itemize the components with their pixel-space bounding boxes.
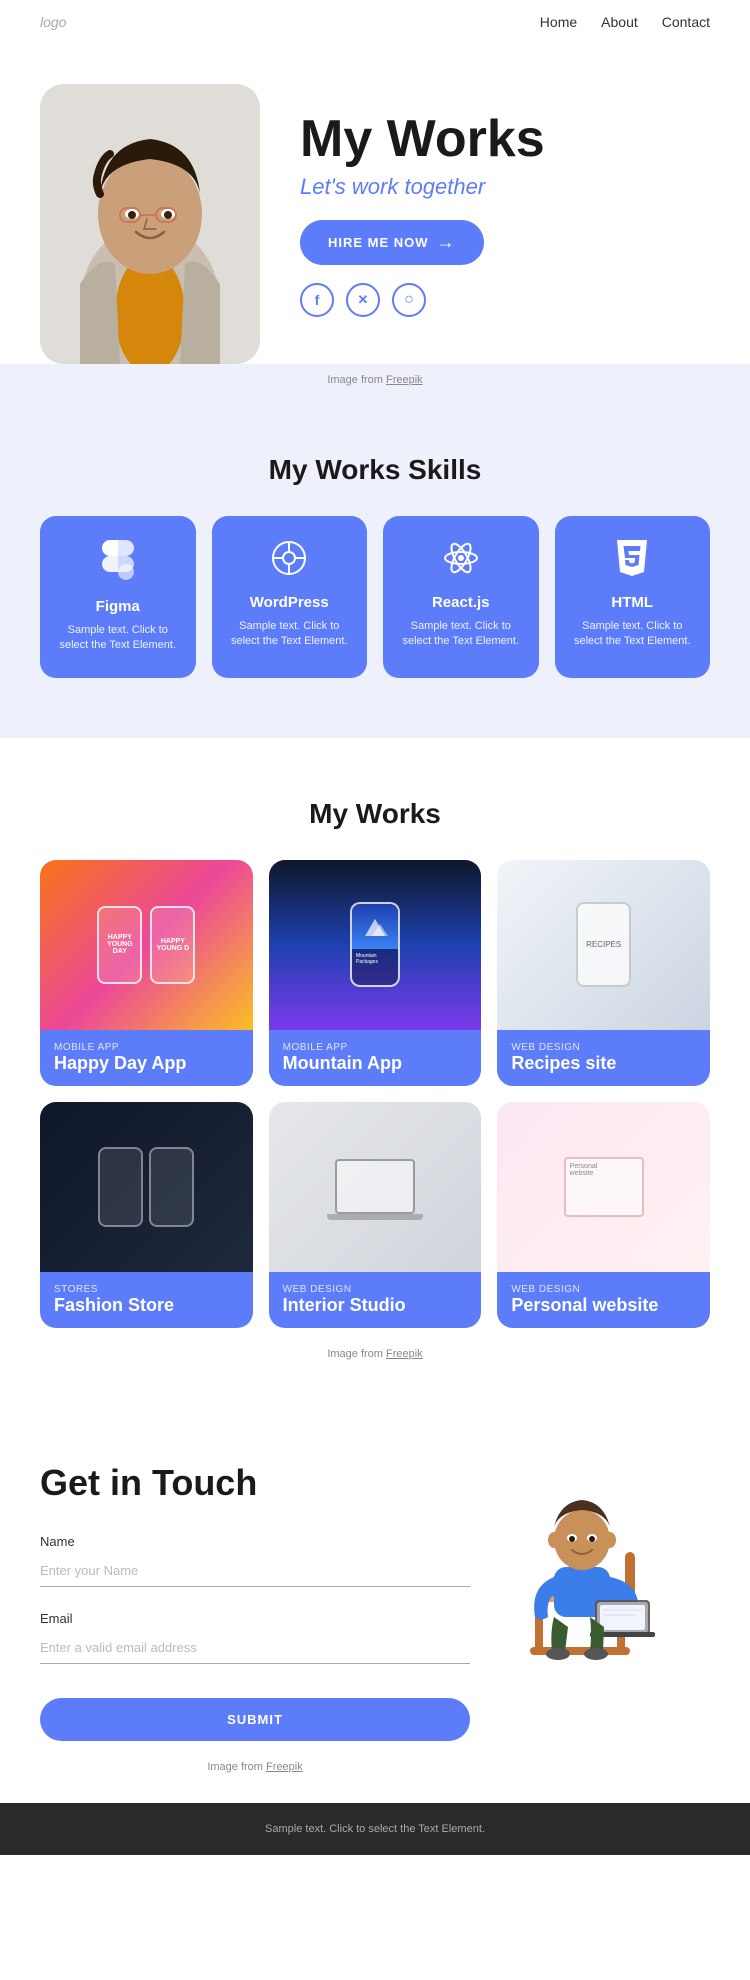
email-input[interactable] [40, 1632, 470, 1664]
html-label: HTML [571, 594, 695, 611]
figma-desc: Sample text. Click to select the Text El… [56, 623, 180, 654]
nav-about[interactable]: About [601, 14, 638, 30]
work-card-mountain[interactable]: MountainPackages MOBILE APP Mountain App [269, 860, 482, 1086]
navbar: logo Home About Contact [0, 0, 750, 44]
skills-section: My Works Skills Figma Sample text. Click… [0, 404, 750, 738]
wordpress-label: WordPress [228, 594, 352, 611]
name-label: Name [40, 1534, 470, 1549]
name-input[interactable] [40, 1555, 470, 1587]
figma-icon [56, 540, 180, 588]
skill-wordpress: WordPress Sample text. Click to select t… [212, 516, 368, 678]
skill-reactjs: React.js Sample text. Click to select th… [383, 516, 539, 678]
footer-text: Sample text. Click to select the Text El… [40, 1823, 710, 1835]
arrow-icon: → [437, 232, 456, 253]
email-label: Email [40, 1611, 470, 1626]
work-card-recipes[interactable]: RECIPES WEB DESIGN Recipes site [497, 860, 710, 1086]
twitter-icon[interactable]: ✕ [346, 283, 380, 317]
work-overlay-recipes: WEB DESIGN Recipes site [497, 1030, 710, 1086]
contact-image-credit: Image from Freepik [40, 1761, 470, 1773]
skill-html: HTML Sample text. Click to select the Te… [555, 516, 711, 678]
hero-image-credit: Image from Freepik [40, 374, 710, 386]
work-card-happy-day[interactable]: HAPPYYOUNGDAY HAPPYYOUNG D MOBILE APP Ha… [40, 860, 253, 1086]
contact-title: Get in Touch [40, 1462, 470, 1504]
work-card-personal[interactable]: Personalwebsite WEB DESIGN Personal webs… [497, 1102, 710, 1328]
hero-bottom-strip: Image from Freepik [0, 364, 750, 404]
email-field-group: Email [40, 1611, 470, 1664]
work-overlay-mountain: MOBILE APP Mountain App [269, 1030, 482, 1086]
work-category: MOBILE APP [54, 1042, 239, 1053]
works-section: My Works HAPPYYOUNGDAY HAPPYYOUNG D M [0, 738, 750, 1402]
hire-button[interactable]: HIRE ME NOW → [300, 220, 484, 265]
html-icon [571, 540, 695, 584]
work-category: MOBILE APP [283, 1042, 468, 1053]
work-name: Interior Studio [283, 1295, 468, 1316]
freepik-link[interactable]: Freepik [386, 374, 423, 386]
logo: logo [40, 14, 66, 30]
works-title: My Works [40, 798, 710, 830]
hero-photo [40, 84, 260, 364]
react-icon [399, 540, 523, 584]
name-field-group: Name [40, 1534, 470, 1587]
figma-label: Figma [56, 598, 180, 615]
html-desc: Sample text. Click to select the Text El… [571, 619, 695, 650]
submit-button[interactable]: SUBMIT [40, 1698, 470, 1741]
facebook-icon[interactable]: f [300, 283, 334, 317]
work-name: Fashion Store [54, 1295, 239, 1316]
contact-section: Get in Touch Name Email SUBMIT Image fro… [0, 1402, 750, 1803]
work-overlay-personal: WEB DESIGN Personal website [497, 1272, 710, 1328]
freepik-contact-link[interactable]: Freepik [266, 1761, 303, 1773]
work-name: Mountain App [283, 1053, 468, 1074]
nav-home[interactable]: Home [540, 14, 577, 30]
reactjs-label: React.js [399, 594, 523, 611]
work-card-interior[interactable]: WEB DESIGN Interior Studio [269, 1102, 482, 1328]
contact-form: Get in Touch Name Email SUBMIT Image fro… [40, 1462, 470, 1773]
work-overlay-fashion: STORES Fashion Store [40, 1272, 253, 1328]
works-image-credit: Image from Freepik [40, 1344, 710, 1362]
social-icons: f ✕ ○ [300, 283, 710, 317]
work-category: WEB DESIGN [511, 1284, 696, 1295]
instagram-icon[interactable]: ○ [392, 283, 426, 317]
work-name: Personal website [511, 1295, 696, 1316]
work-name: Recipes site [511, 1053, 696, 1074]
work-name: Happy Day App [54, 1053, 239, 1074]
wordpress-desc: Sample text. Click to select the Text El… [228, 619, 352, 650]
wordpress-icon [228, 540, 352, 584]
work-overlay-happy-day: MOBILE APP Happy Day App [40, 1030, 253, 1086]
hero-section: My Works Let's work together HIRE ME NOW… [0, 44, 750, 364]
hero-content: My Works Let's work together HIRE ME NOW… [300, 111, 710, 337]
nav-links: Home About Contact [540, 14, 710, 30]
footer: Sample text. Click to select the Text El… [0, 1803, 750, 1855]
skills-grid: Figma Sample text. Click to select the T… [40, 516, 710, 678]
work-overlay-interior: WEB DESIGN Interior Studio [269, 1272, 482, 1328]
reactjs-desc: Sample text. Click to select the Text El… [399, 619, 523, 650]
contact-illustration [510, 1462, 710, 1682]
freepik-works-link[interactable]: Freepik [386, 1348, 423, 1360]
work-card-fashion[interactable]: STORES Fashion Store [40, 1102, 253, 1328]
work-category: WEB DESIGN [283, 1284, 468, 1295]
work-category: WEB DESIGN [511, 1042, 696, 1053]
works-grid: HAPPYYOUNGDAY HAPPYYOUNG D MOBILE APP Ha… [40, 860, 710, 1328]
hero-subtitle: Let's work together [300, 174, 710, 200]
hero-title: My Works [300, 111, 710, 168]
skill-figma: Figma Sample text. Click to select the T… [40, 516, 196, 678]
work-category: STORES [54, 1284, 239, 1295]
nav-contact[interactable]: Contact [662, 14, 710, 30]
skills-title: My Works Skills [40, 454, 710, 486]
